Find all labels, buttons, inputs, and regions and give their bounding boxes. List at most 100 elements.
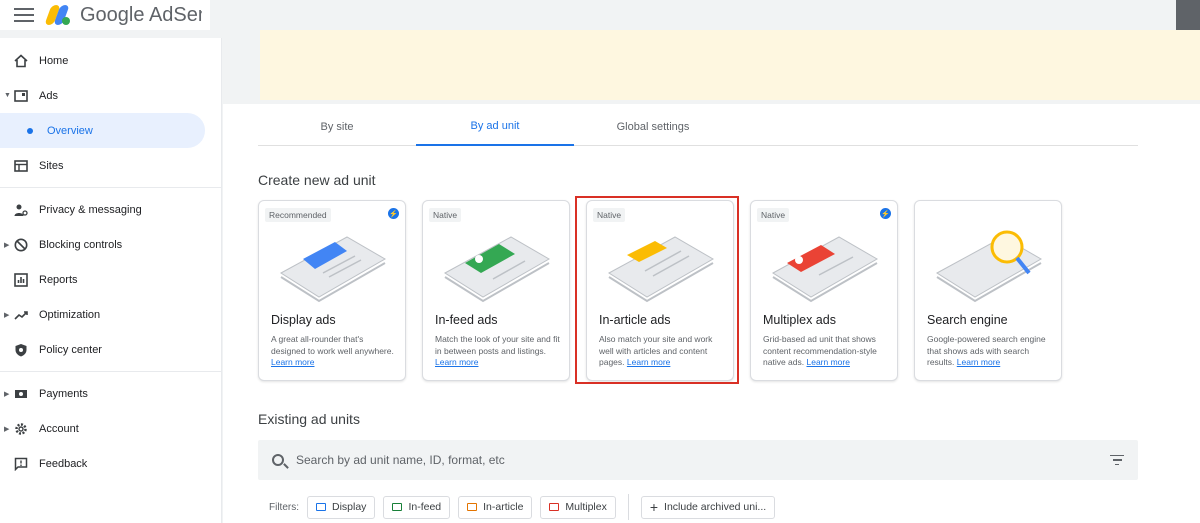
sidebar-item-feedback[interactable]: Feedback (0, 446, 221, 481)
display-format-icon (316, 503, 326, 511)
gear-icon (13, 421, 29, 437)
ads-icon (13, 88, 29, 104)
sidebar-item-home[interactable]: Home (0, 43, 221, 78)
divider (0, 187, 221, 188)
search-input[interactable] (296, 453, 1110, 467)
divider (627, 494, 629, 520)
bolt-icon: ⚡ (880, 208, 891, 219)
card-in-feed-ads[interactable]: Native In-feed ads Match the look of you… (422, 200, 570, 381)
sidebar-item-account[interactable]: ▶ Account (0, 411, 221, 446)
card-description: Google-powered search engine that shows … (927, 334, 1055, 369)
create-section-title: Create new ad unit (258, 172, 376, 188)
tab-by-ad-unit[interactable]: By ad unit (416, 108, 574, 146)
filter-chip-in-feed[interactable]: In-feed (383, 495, 451, 519)
card-tag: Recommended (265, 208, 331, 222)
display-ads-illustration (280, 236, 386, 303)
sidebar-item-label: Account (39, 422, 79, 435)
plus-icon: + (649, 499, 659, 515)
filter-icon[interactable] (1110, 454, 1124, 466)
ad-unit-cards: Recommended ⚡ Display ads A great all-ro… (258, 200, 1062, 381)
app-title: Google AdSense (80, 3, 202, 26)
multiplex-format-icon (549, 503, 560, 511)
learn-more-link[interactable]: Learn more (627, 357, 670, 367)
learn-more-link[interactable]: Learn more (271, 357, 314, 367)
sidebar-item-label: Optimization (39, 308, 101, 321)
sidebar-item-label: Privacy & messaging (39, 203, 142, 216)
include-archived-button[interactable]: + Include archived uni... (640, 495, 776, 519)
card-description: Match the look of your site and fit in b… (435, 334, 563, 369)
person-settings-icon (13, 202, 29, 218)
card-in-article-ads[interactable]: Native In-article ads Also match your si… (586, 200, 734, 381)
card-title: Multiplex ads (763, 313, 836, 327)
caret-right-icon[interactable]: ▶ (4, 311, 9, 319)
sidebar-item-sites[interactable]: Sites (0, 148, 221, 183)
home-icon (13, 53, 29, 69)
caret-right-icon[interactable]: ▶ (4, 390, 9, 398)
menu-icon[interactable] (14, 8, 34, 22)
sidebar-item-blocking-controls[interactable]: ▶ Blocking controls (0, 227, 221, 262)
card-title: In-feed ads (435, 313, 498, 327)
in-article-ads-illustration (608, 236, 714, 303)
include-archived-label: Include archived uni... (664, 501, 767, 513)
search-icon (272, 454, 284, 466)
sidebar-item-overview[interactable]: Overview (0, 113, 205, 148)
card-multiplex-ads[interactable]: Native ⚡ Multiplex ads Grid-based ad uni… (750, 200, 898, 381)
learn-more-link[interactable]: Learn more (435, 357, 478, 367)
learn-more-link[interactable]: Learn more (957, 357, 1000, 367)
sidebar: Home ▼ Ads Overview Sites Privacy & mess… (0, 38, 222, 523)
learn-more-link[interactable]: Learn more (807, 357, 850, 367)
sidebar-item-ads[interactable]: ▼ Ads (0, 78, 221, 113)
payments-icon (13, 386, 29, 402)
sidebar-item-payments[interactable]: ▶ Payments (0, 376, 221, 411)
top-right-element (1176, 0, 1200, 30)
card-description: A great all-rounder that's designed to w… (271, 334, 399, 369)
sidebar-item-label: Feedback (39, 457, 88, 470)
divider (0, 371, 221, 372)
tab-global-settings[interactable]: Global settings (574, 108, 732, 146)
in-feed-format-icon (392, 503, 403, 511)
card-description: Also match your site and work well with … (599, 334, 727, 369)
sidebar-item-reports[interactable]: Reports (0, 262, 221, 297)
active-dot-icon (27, 127, 33, 134)
sidebar-item-label: Blocking controls (39, 238, 123, 251)
search-engine-illustration (936, 230, 1042, 303)
tab-bar: By site By ad unit Global settings (258, 108, 1138, 146)
card-tag: Native (593, 208, 626, 222)
reports-icon (13, 272, 29, 288)
filter-chip-in-article[interactable]: In-article (458, 495, 533, 519)
sidebar-item-label: Sites (39, 159, 64, 172)
sidebar-item-label: Overview (47, 124, 93, 137)
sidebar-item-policy-center[interactable]: Policy center (0, 332, 221, 367)
filter-chip-label: Display (332, 501, 367, 513)
block-icon (13, 237, 29, 253)
filter-chip-label: Multiplex (565, 501, 607, 513)
sidebar-item-optimization[interactable]: ▶ Optimization (0, 297, 221, 332)
sidebar-item-label: Ads (39, 89, 58, 102)
card-search-engine[interactable]: Search engine Google-powered search engi… (914, 200, 1062, 381)
existing-section-title: Existing ad units (258, 411, 360, 427)
trending-up-icon (13, 307, 29, 323)
sidebar-item-label: Home (39, 54, 69, 67)
card-display-ads[interactable]: Recommended ⚡ Display ads A great all-ro… (258, 200, 406, 381)
tab-by-site[interactable]: By site (258, 108, 416, 146)
filters-label: Filters: (269, 501, 299, 513)
sidebar-item-privacy-messaging[interactable]: Privacy & messaging (0, 192, 221, 227)
adsense-logo-icon (44, 5, 72, 25)
filter-chip-display[interactable]: Display (307, 495, 376, 519)
card-tag: Native (757, 208, 790, 222)
in-article-format-icon (467, 503, 478, 511)
filter-chip-label: In-feed (408, 501, 442, 513)
search-bar (258, 440, 1138, 480)
in-feed-ads-illustration (444, 236, 550, 303)
card-desc-text: Match the look of your site and fit in b… (435, 334, 560, 356)
caret-right-icon[interactable]: ▶ (4, 425, 9, 433)
caret-right-icon[interactable]: ▶ (4, 241, 9, 249)
filter-chip-multiplex[interactable]: Multiplex (540, 495, 616, 519)
filter-chip-label: In-article (483, 501, 524, 513)
feedback-icon (13, 456, 29, 472)
sidebar-item-label: Payments (39, 387, 88, 400)
bolt-icon: ⚡ (388, 208, 399, 219)
card-title: Search engine (927, 313, 1008, 327)
caret-down-icon[interactable]: ▼ (4, 92, 11, 99)
top-bar: Google AdSense (0, 0, 210, 30)
